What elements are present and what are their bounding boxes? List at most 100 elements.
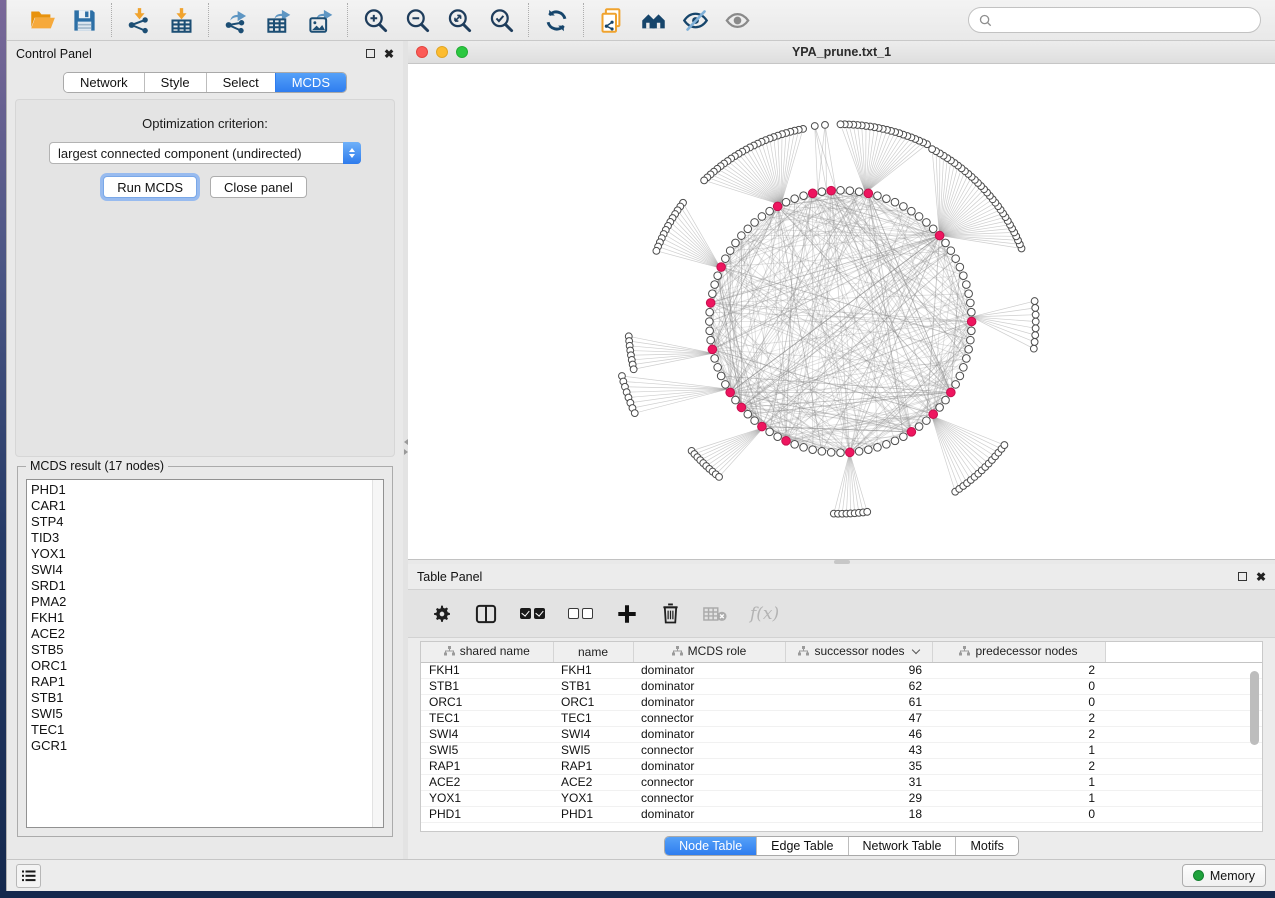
table-cell[interactable]: 2 [932,726,1105,742]
table-row[interactable]: SWI5SWI5connector431 [421,742,1262,758]
table-cell[interactable]: 35 [785,758,932,774]
column-header-name[interactable]: name [553,642,633,662]
horizontal-splitter[interactable] [408,560,1275,564]
table-cell[interactable]: connector [633,710,785,726]
list-item[interactable]: STP4 [31,514,383,530]
table-row[interactable]: TEC1TEC1connector472 [421,710,1262,726]
list-item[interactable]: YOX1 [31,546,383,562]
float-panel-icon[interactable] [366,49,375,58]
close-panel-button[interactable]: Close panel [210,176,307,198]
table-cell[interactable]: 0 [932,694,1105,710]
table-cell[interactable]: SWI5 [421,742,553,758]
zoom-in-button[interactable] [359,4,391,36]
close-table-panel-icon[interactable]: ✖ [1256,571,1266,583]
refresh-view-button[interactable] [540,4,572,36]
list-item[interactable]: SRD1 [31,578,383,594]
column-header-shared-name[interactable]: shared name [421,642,553,662]
mcds-result-list[interactable]: PHD1CAR1STP4TID3YOX1SWI4SRD1PMA2FKH1ACE2… [26,479,384,828]
window-close-icon[interactable] [416,46,428,58]
table-row[interactable]: RAP1RAP1dominator352 [421,758,1262,774]
table-row[interactable]: STB1STB1dominator620 [421,678,1262,694]
table-cell[interactable]: connector [633,742,785,758]
table-cell[interactable]: PHD1 [421,806,553,822]
table-cell[interactable]: ORC1 [421,694,553,710]
import-table-button[interactable] [165,4,197,36]
table-cell[interactable]: 29 [785,790,932,806]
table-cell[interactable]: connector [633,774,785,790]
export-network-button[interactable] [220,4,252,36]
table-cell[interactable]: ORC1 [553,694,633,710]
table-cell[interactable]: 96 [785,662,932,678]
function-builder-button[interactable]: f(x) [750,604,779,624]
show-column-panel-button[interactable] [475,604,497,624]
table-cell[interactable]: YOX1 [421,790,553,806]
hide-panels-button[interactable] [679,4,711,36]
table-cell[interactable]: 31 [785,774,932,790]
table-cell[interactable]: 0 [932,678,1105,694]
save-session-button[interactable] [68,4,100,36]
list-item[interactable]: GCR1 [31,738,383,754]
deselect-all-button[interactable] [568,608,593,619]
zoom-out-button[interactable] [401,4,433,36]
table-cell[interactable]: 62 [785,678,932,694]
column-header-mcds-role[interactable]: MCDS role [633,642,785,662]
tab-mcds[interactable]: MCDS [275,73,346,92]
import-network-button[interactable] [123,4,155,36]
memory-button[interactable]: Memory [1182,864,1266,887]
table-cell[interactable]: 1 [932,790,1105,806]
table-cell[interactable]: SWI4 [421,726,553,742]
float-table-panel-icon[interactable] [1238,572,1247,581]
table-cell[interactable]: SWI5 [553,742,633,758]
table-cell[interactable]: dominator [633,806,785,822]
list-item[interactable]: STB5 [31,642,383,658]
task-history-button[interactable] [16,864,41,888]
show-panels-button[interactable] [721,4,753,36]
list-item[interactable]: CAR1 [31,498,383,514]
table-cell[interactable]: TEC1 [421,710,553,726]
table-cell[interactable]: 43 [785,742,932,758]
table-row[interactable]: ORC1ORC1dominator610 [421,694,1262,710]
table-row[interactable]: SWI4SWI4dominator462 [421,726,1262,742]
network-overview-button[interactable] [637,4,669,36]
table-cell[interactable]: YOX1 [553,790,633,806]
table-row[interactable]: YOX1YOX1connector291 [421,790,1262,806]
list-item[interactable]: TEC1 [31,722,383,738]
zoom-selected-button[interactable] [485,4,517,36]
table-cell[interactable]: dominator [633,662,785,678]
table-row[interactable]: FKH1FKH1dominator962 [421,662,1262,678]
table-cell[interactable]: ACE2 [553,774,633,790]
table-cell[interactable]: 2 [932,662,1105,678]
list-item[interactable]: PHD1 [31,482,383,498]
list-item[interactable]: PMA2 [31,594,383,610]
delete-table-button[interactable] [703,606,727,622]
table-cell[interactable]: SWI4 [553,726,633,742]
open-file-button[interactable] [26,4,58,36]
table-cell[interactable]: STB1 [553,678,633,694]
run-mcds-button[interactable]: Run MCDS [103,176,197,198]
table-row[interactable]: ACE2ACE2connector311 [421,774,1262,790]
list-item[interactable]: FKH1 [31,610,383,626]
table-row[interactable]: PHD1PHD1dominator180 [421,806,1262,822]
table-cell[interactable]: ACE2 [421,774,553,790]
table-cell[interactable]: dominator [633,694,785,710]
network-canvas[interactable] [408,64,1275,559]
table-cell[interactable]: STB1 [421,678,553,694]
window-maximize-icon[interactable] [456,46,468,58]
tab-network-table[interactable]: Network Table [848,837,956,855]
table-cell[interactable]: 2 [932,710,1105,726]
table-cell[interactable]: 18 [785,806,932,822]
table-settings-button[interactable] [432,604,452,624]
table-cell[interactable]: connector [633,790,785,806]
table-cell[interactable]: 1 [932,742,1105,758]
tab-select[interactable]: Select [206,73,275,92]
table-cell[interactable]: 47 [785,710,932,726]
list-item[interactable]: RAP1 [31,674,383,690]
column-header-successor-nodes[interactable]: successor nodes [785,642,932,662]
table-cell[interactable]: RAP1 [421,758,553,774]
zoom-fit-button[interactable] [443,4,475,36]
table-cell[interactable]: 0 [932,806,1105,822]
list-item[interactable]: ORC1 [31,658,383,674]
add-column-button[interactable] [616,603,638,625]
tab-style[interactable]: Style [144,73,206,92]
table-cell[interactable]: dominator [633,758,785,774]
